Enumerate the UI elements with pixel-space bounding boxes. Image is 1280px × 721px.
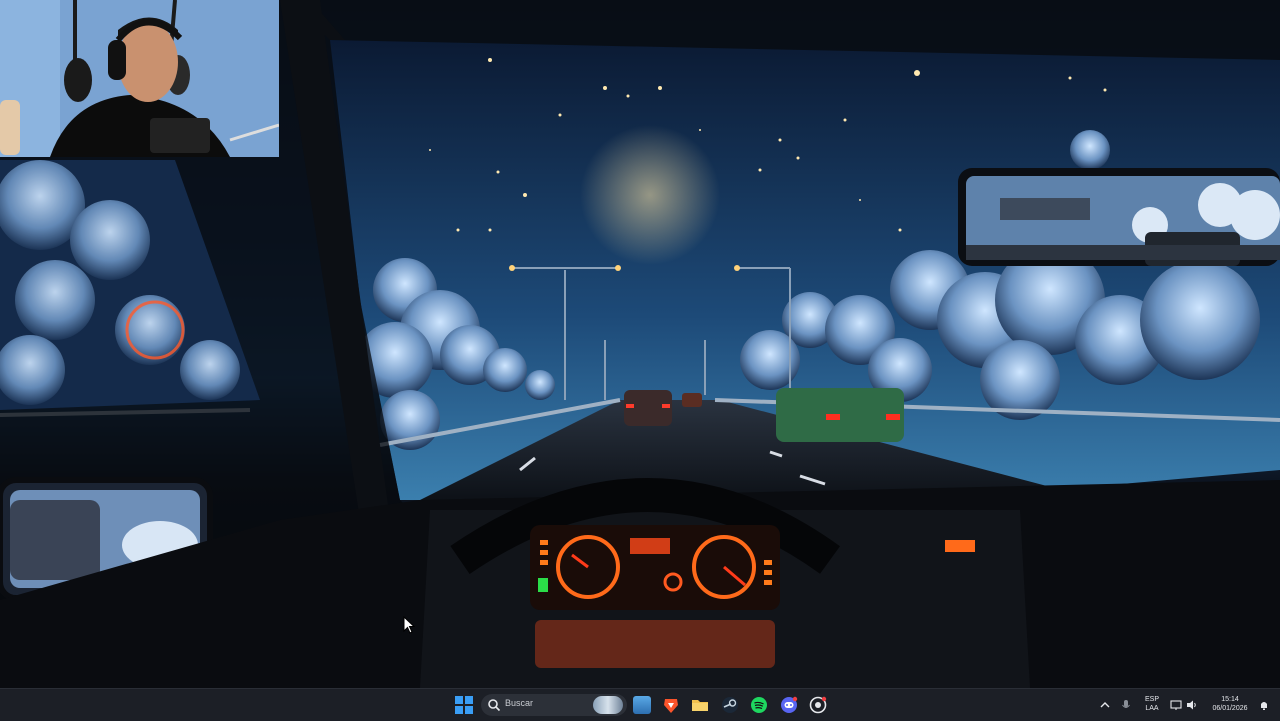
headphones xyxy=(108,40,126,80)
chevron-up-icon[interactable] xyxy=(1099,699,1111,711)
mouse-cursor-icon xyxy=(403,616,415,634)
spotify-icon[interactable] xyxy=(750,696,768,714)
search-highlight-image xyxy=(593,696,623,714)
language-indicator[interactable]: ESP LAA xyxy=(1140,695,1164,713)
windows-logo-icon[interactable] xyxy=(455,696,473,714)
microphone xyxy=(150,118,210,153)
keyboard-layout: LAA xyxy=(1145,705,1159,712)
dash-indicator xyxy=(945,540,975,552)
search-placeholder: Buscar xyxy=(505,698,534,708)
taskbar: Buscar ESP LAA 15:14 06/01/2026 xyxy=(0,688,1280,721)
red-circle-icon[interactable] xyxy=(809,696,827,714)
brave-lion-icon[interactable] xyxy=(662,696,680,714)
steam-icon[interactable] xyxy=(721,696,739,714)
webcam-overlay xyxy=(0,0,279,157)
language-code: ESP xyxy=(1144,696,1159,703)
widgets-landscape-icon[interactable] xyxy=(633,696,651,714)
volume-icon[interactable] xyxy=(1186,699,1198,711)
search-icon xyxy=(488,699,501,712)
microphone-icon[interactable] xyxy=(1120,699,1132,711)
clock-time: 15:14 xyxy=(1221,696,1239,703)
clock-date: 06/01/2026 xyxy=(1212,705,1248,712)
notification-bell-icon[interactable] xyxy=(1258,699,1270,711)
discord-icon[interactable] xyxy=(780,696,798,714)
network-icon[interactable] xyxy=(1170,699,1182,711)
clock[interactable]: 15:14 06/01/2026 xyxy=(1206,695,1254,713)
moon-glow xyxy=(580,125,720,265)
instrument-cluster xyxy=(530,525,780,610)
search-box[interactable]: Buscar xyxy=(481,694,627,716)
folder-icon[interactable] xyxy=(691,696,709,714)
